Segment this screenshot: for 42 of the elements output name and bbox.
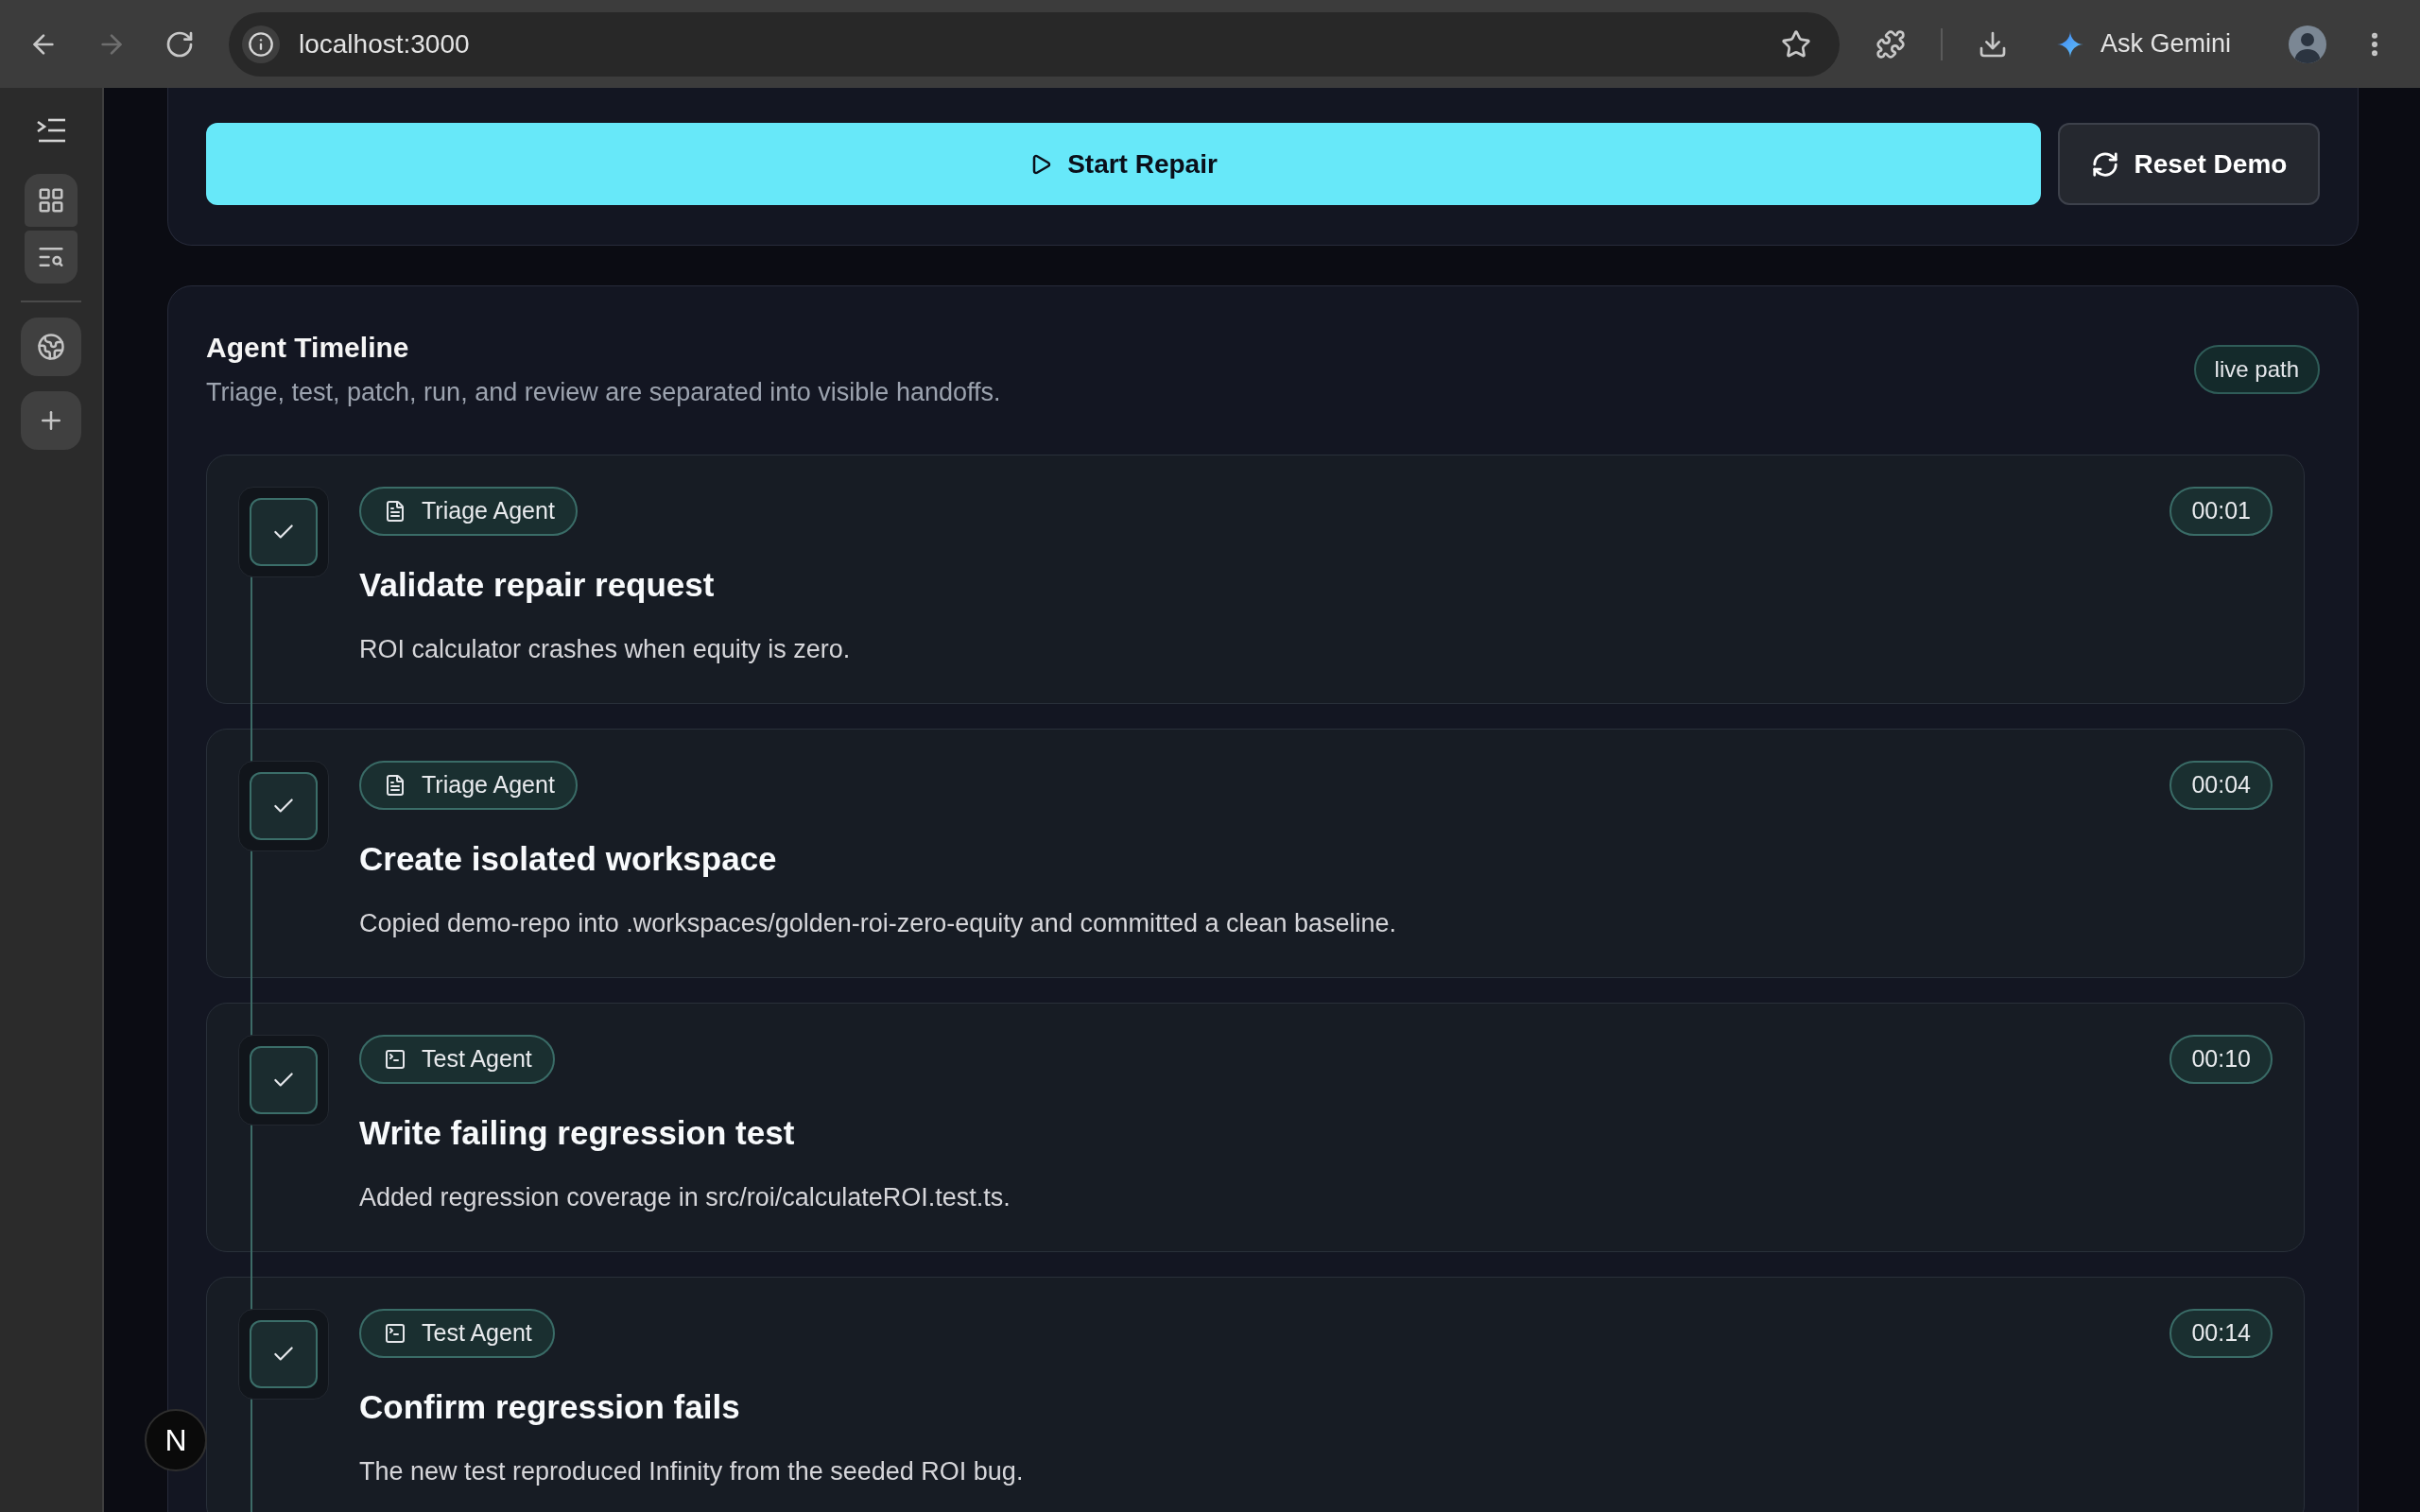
time-badge: 00:14 bbox=[2169, 1309, 2273, 1358]
bookmark-star-icon[interactable] bbox=[1781, 28, 1811, 60]
status-badge: live path bbox=[2193, 345, 2320, 394]
step-title: Validate repair request bbox=[359, 565, 716, 605]
section-subtitle: Triage, test, patch, run, and review are separated into visible handoffs. bbox=[206, 377, 1001, 408]
step-description: ROI calculator crashes when equity is zero. bbox=[359, 634, 852, 665]
time-badge: 00:04 bbox=[2169, 761, 2273, 810]
time-badge: 00:01 bbox=[2169, 487, 2273, 536]
puzzle-piece-icon[interactable] bbox=[1876, 28, 1906, 60]
sparkle-icon bbox=[2057, 30, 2083, 58]
step-title: Confirm regression fails bbox=[359, 1387, 741, 1427]
apps-grid-button[interactable] bbox=[25, 174, 78, 227]
document-icon bbox=[384, 774, 406, 797]
text-search-button[interactable] bbox=[25, 231, 78, 284]
profile-avatar[interactable] bbox=[2289, 25, 2327, 63]
globe-button[interactable] bbox=[21, 318, 81, 376]
time-badge: 00:10 bbox=[2169, 1035, 2273, 1084]
terminal-icon bbox=[384, 1322, 406, 1345]
step-description: Added regression coverage in src/roi/calculateROI.test.ts. bbox=[359, 1182, 1011, 1213]
address-bar[interactable]: localhost:3000 bbox=[229, 11, 1840, 77]
globe-icon bbox=[37, 333, 65, 361]
site-info-icon[interactable] bbox=[242, 25, 280, 63]
assistant-button[interactable]: Ask Gemini bbox=[2044, 17, 2245, 71]
step-description: The new test reproduced Infinity from the seeded ROI bug. bbox=[359, 1456, 1025, 1487]
indent-menu-icon[interactable] bbox=[36, 118, 66, 143]
terminal-icon bbox=[384, 1048, 406, 1071]
add-button[interactable] bbox=[21, 391, 81, 450]
dev-tools-button[interactable]: N bbox=[145, 1409, 207, 1471]
grid-icon bbox=[37, 186, 65, 215]
start-button[interactable]: Start Repair bbox=[206, 123, 2041, 205]
section-title: Agent Timeline bbox=[206, 331, 410, 365]
refresh-icon bbox=[2090, 149, 2119, 179]
agent-name: Test Agent bbox=[422, 1318, 532, 1349]
step-title: Write failing regression test bbox=[359, 1113, 796, 1153]
agent-name: Triage Agent bbox=[422, 496, 555, 526]
document-icon bbox=[384, 500, 406, 523]
reset-button[interactable]: Reset Demo bbox=[2058, 123, 2320, 205]
step-description: Copied demo-repo into .workspaces/golden-roi-zero-equity and committed a clean baseline. bbox=[359, 908, 1398, 939]
url-text: localhost:3000 bbox=[299, 27, 470, 60]
agent-name: Triage Agent bbox=[422, 770, 555, 800]
agent-name: Test Agent bbox=[422, 1044, 532, 1074]
step-title: Create isolated workspace bbox=[359, 839, 778, 879]
